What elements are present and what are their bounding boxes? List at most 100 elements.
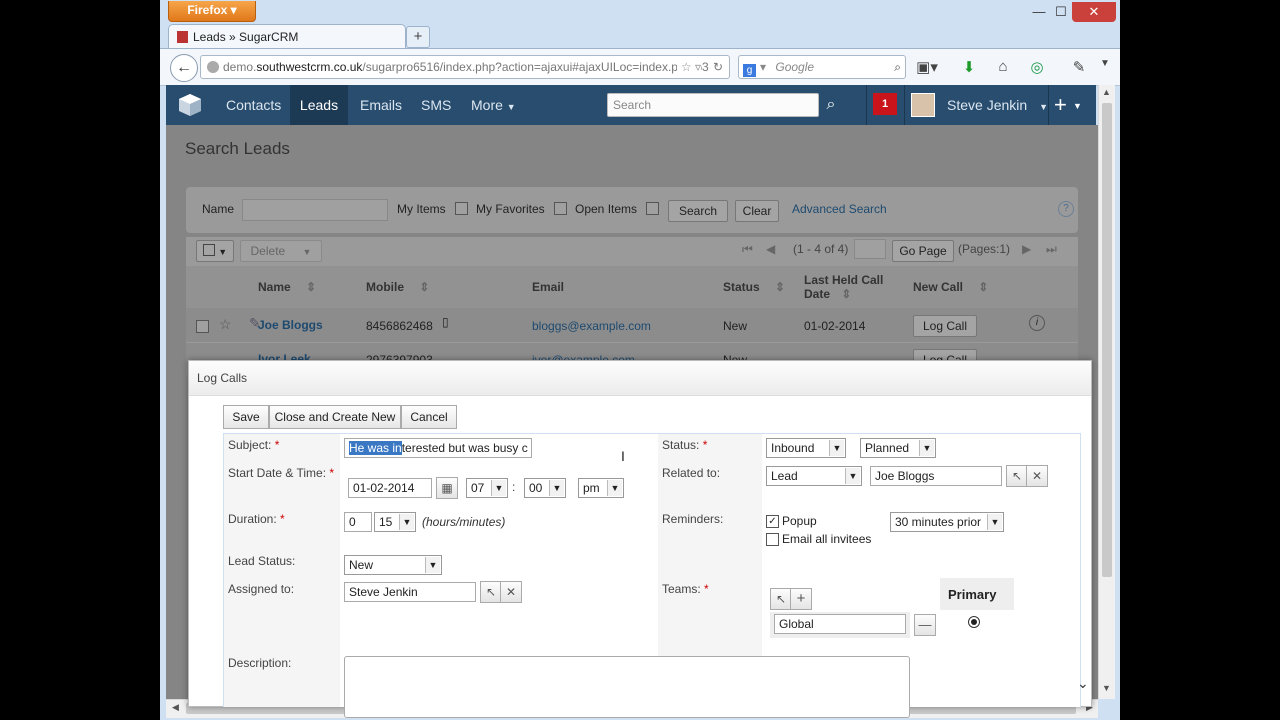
close-and-create-new-button[interactable]: Close and Create New — [269, 405, 401, 429]
go-page-button[interactable]: Go Page — [892, 240, 954, 262]
col-status[interactable]: Status ⇕ — [723, 280, 785, 294]
url-bar[interactable]: demo.southwestcrm.co.uk/sugarpro6516/ind… — [200, 55, 730, 79]
clear-button[interactable]: Clear — [735, 200, 779, 222]
email-invitees-checkbox[interactable] — [766, 533, 779, 546]
browser-tab[interactable]: Leads » SugarCRM — [168, 24, 406, 49]
search-icon[interactable]: ⌕ — [818, 93, 844, 117]
subject-input[interactable]: He was interested but was busy c — [344, 438, 532, 458]
direction-select[interactable]: Inbound ▼ — [766, 438, 846, 458]
resize-chevron-icon[interactable]: ⌄ — [1077, 675, 1089, 692]
nav-sms[interactable]: SMS — [421, 85, 451, 125]
next-page-icon[interactable]: ▶ — [1022, 242, 1031, 256]
info-icon[interactable]: i — [1029, 315, 1045, 331]
calendar-icon[interactable]: ▦ — [436, 477, 458, 499]
cancel-button[interactable]: Cancel — [401, 405, 457, 429]
lead-status: New — [723, 319, 748, 333]
sugar-cube-logo-icon[interactable] — [178, 93, 202, 117]
downloads-icon[interactable]: ⬇ — [958, 58, 980, 76]
hour-select[interactable]: 07 ▼ — [466, 478, 508, 498]
popup-checkbox[interactable]: ✓ — [766, 515, 779, 528]
close-window-button[interactable]: ✕ — [1072, 2, 1116, 22]
web-search-input[interactable]: g ▾ Google ⌕ — [738, 55, 906, 79]
vertical-scrollbar[interactable]: ▲ ▼ — [1098, 85, 1115, 699]
bookmarks-icon[interactable]: ▣▾ — [916, 58, 938, 76]
primary-radio[interactable] — [968, 616, 980, 628]
col-last-held-call[interactable]: Last Held Call Date ⇕ — [804, 273, 883, 301]
my-favorites-label: My Favorites — [476, 202, 545, 216]
scrollbar-thumb[interactable] — [1102, 103, 1112, 577]
select-arrow-icon[interactable]: ↖ — [770, 588, 792, 610]
save-button[interactable]: Save — [223, 405, 269, 429]
minute-select[interactable]: 00 ▼ — [524, 478, 566, 498]
clear-x-icon[interactable]: ✕ — [1026, 465, 1048, 487]
select-all-dropdown[interactable]: ▼ — [196, 240, 234, 262]
assigned-to-input[interactable]: Steve Jenkin — [344, 582, 476, 602]
scroll-down-icon[interactable]: ▼ — [1102, 683, 1111, 693]
home-icon[interactable]: ⌂ — [992, 58, 1014, 75]
reload-icon[interactable]: ↻ — [713, 56, 723, 78]
menu-chevron-icon[interactable]: ▼ — [1094, 58, 1116, 69]
phone-icon[interactable]: ▯ — [442, 315, 449, 329]
range-text: (1 - 4 of 4) — [793, 242, 849, 256]
nav-contacts[interactable]: Contacts — [226, 85, 281, 125]
clear-x-icon[interactable]: ✕ — [500, 581, 522, 603]
lead-email-link[interactable]: bloggs@example.com — [532, 319, 651, 333]
scroll-left-icon[interactable]: ◀ — [172, 702, 179, 713]
select-arrow-icon[interactable]: ↖ — [1006, 465, 1028, 487]
magnifier-icon[interactable]: ⌕ — [894, 56, 901, 78]
duration-hint: (hours/minutes) — [422, 515, 506, 529]
delete-button[interactable]: Delete ▼ — [240, 240, 322, 262]
prev-page-icon[interactable]: ◀ — [766, 242, 775, 256]
browser-window: Firefox ▾ — ☐ ✕ Leads » SugarCRM + ← dem… — [160, 0, 1120, 720]
col-mobile[interactable]: Mobile ⇕ — [366, 280, 429, 294]
popup-timing-select[interactable]: 30 minutes prior ▼ — [890, 512, 1004, 532]
notification-badge[interactable]: 1 — [873, 93, 897, 115]
advanced-search-link[interactable]: Advanced Search — [792, 202, 887, 216]
my-items-checkbox[interactable] — [455, 202, 468, 215]
remove-minus-icon[interactable]: — — [914, 614, 936, 636]
duration-hours-input[interactable]: 0 — [344, 512, 372, 532]
lead-status-label: Lead Status: — [228, 554, 296, 568]
help-icon[interactable]: ? — [1058, 201, 1074, 217]
favorite-star-icon[interactable]: ☆ — [219, 316, 232, 333]
open-items-checkbox[interactable] — [646, 202, 659, 215]
page-number-input[interactable] — [854, 239, 886, 259]
related-to-input[interactable]: Joe Bloggs — [870, 466, 1002, 486]
user-menu[interactable]: Steve Jenkin ▼ — [947, 85, 1048, 125]
last-page-icon[interactable]: ⏭ — [1046, 242, 1057, 257]
crm-search-input[interactable]: Search — [607, 93, 819, 117]
ampm-select[interactable]: pm ▼ — [578, 478, 624, 498]
related-type-select[interactable]: Lead ▼ — [766, 466, 862, 486]
my-favorites-checkbox[interactable] — [554, 202, 567, 215]
call-status-select[interactable]: Planned ▼ — [860, 438, 936, 458]
sync-icon[interactable]: ◎ — [1026, 58, 1048, 76]
scroll-up-icon[interactable]: ▲ — [1102, 87, 1111, 97]
col-name[interactable]: Name ⇕ — [258, 280, 316, 294]
nav-leads[interactable]: Leads — [290, 85, 348, 125]
duration-minutes-select[interactable]: 15 ▼ — [374, 512, 416, 532]
row-checkbox[interactable] — [196, 320, 209, 333]
select-arrow-icon[interactable]: ↖ — [480, 581, 502, 603]
log-call-button[interactable]: Log Call — [913, 315, 977, 337]
search-button[interactable]: Search — [668, 200, 728, 222]
nav-emails[interactable]: Emails — [360, 85, 402, 125]
lead-name-link[interactable]: Joe Bloggs — [258, 318, 323, 332]
nav-more[interactable]: More ▼ — [471, 85, 516, 125]
first-page-icon[interactable]: ⏮ — [742, 242, 753, 257]
description-textarea[interactable] — [344, 656, 910, 718]
team-input[interactable]: Global — [774, 614, 906, 634]
bookmark-star-icon[interactable]: ☆ ▿ — [676, 56, 701, 78]
firefox-menu-button[interactable]: Firefox ▾ — [168, 1, 256, 22]
new-tab-button[interactable]: + — [406, 26, 430, 48]
quick-create-plus-icon[interactable]: + ▼ — [1054, 85, 1082, 125]
col-email[interactable]: Email — [532, 280, 564, 294]
avatar[interactable] — [911, 93, 935, 117]
start-date-input[interactable]: 01-02-2014 — [348, 478, 432, 498]
name-search-input[interactable] — [242, 199, 388, 221]
add-plus-icon[interactable]: + — [790, 588, 812, 610]
lead-status-select[interactable]: New ▼ — [344, 555, 442, 575]
lead-last-call-date: 01-02-2014 — [804, 319, 866, 333]
tools-icon[interactable]: ✎ — [1068, 58, 1090, 76]
basic-search-bar: Name My Items My Favorites Open Items Se… — [186, 187, 1078, 233]
back-arrow-icon[interactable]: ← — [170, 54, 198, 82]
